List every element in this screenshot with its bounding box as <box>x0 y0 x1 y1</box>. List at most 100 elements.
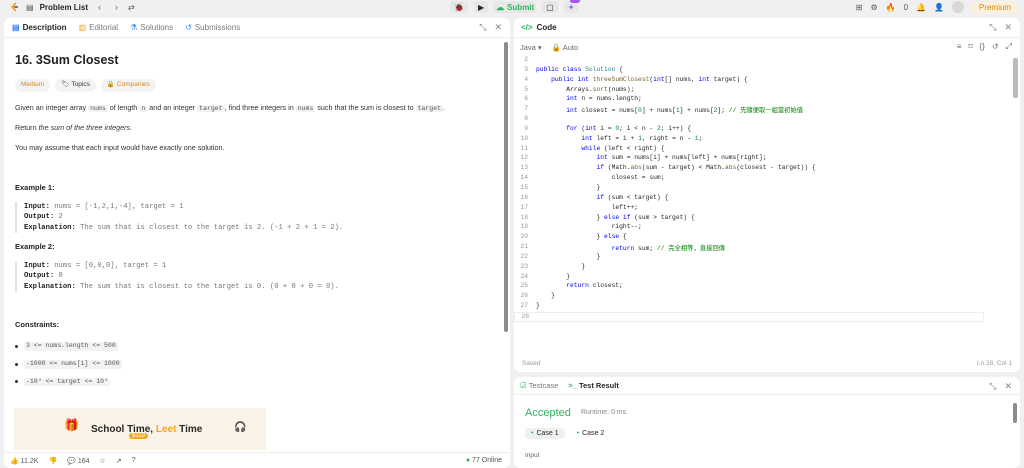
example-box: Input: nums = [0,0,0], target = 1 Output… <box>15 260 500 292</box>
auto-complete-toggle[interactable]: 🔒 Auto <box>552 43 578 52</box>
sparkle-icon: ✦ <box>567 2 575 12</box>
format-icon[interactable]: ≡ <box>957 42 962 52</box>
gadget-icon: 🎧 <box>234 422 247 433</box>
line-number: 13 <box>520 164 528 172</box>
shuffle-icon[interactable]: ⇄ <box>128 3 135 12</box>
code-line[interactable]: 9 for (int i = 0; i < n - 2; i++) { <box>514 125 1020 135</box>
tab-testcase[interactable]: ☑ Testcase <box>520 381 558 390</box>
code-line[interactable]: 20 } else { <box>514 233 1020 243</box>
code-line[interactable]: 17 left++; <box>514 204 1020 214</box>
ai-button[interactable]: ✦ <box>563 0 580 13</box>
code-line[interactable]: 10 int left = i + 1, right = n - 1; <box>514 135 1020 145</box>
share-icon[interactable]: ↗ <box>116 457 122 465</box>
code-line[interactable]: 13 if (Math.abs(sum - target) < Math.abs… <box>514 164 1020 174</box>
close-icon[interactable]: ✕ <box>494 22 502 33</box>
code-line[interactable]: 12 int sum = nums[i] + nums[left] + nums… <box>514 154 1020 164</box>
topics-button[interactable]: 🏷 Topics <box>55 78 96 92</box>
problem-title[interactable]: 16. 3Sum Closest <box>15 52 500 69</box>
language-select[interactable]: Java ▾ <box>520 43 542 52</box>
code-line[interactable]: 27} <box>514 302 1020 312</box>
line-number: 26 <box>520 292 528 300</box>
code-line[interactable]: 3 public class Solution { <box>514 66 1020 76</box>
dislike-icon[interactable]: 👎 <box>48 457 57 465</box>
code-line[interactable]: 24 } <box>514 273 1020 283</box>
code-editor[interactable]: 2 3 public class Solution {4 public int th… <box>514 56 1020 346</box>
case-2-tab[interactable]: • Case 2 <box>571 428 611 439</box>
prev-problem-icon[interactable]: ‹ <box>94 2 105 12</box>
code-line[interactable]: 4 public int threeSumClosest(int[] nums,… <box>514 76 1020 86</box>
close-icon[interactable]: ✕ <box>1004 22 1012 33</box>
flask-icon: ⚗ <box>130 23 138 32</box>
problem-list-link[interactable]: Problem List <box>40 3 88 12</box>
code-text: int sum = nums[i] + nums[left] + nums[ri… <box>596 154 767 162</box>
tab-editorial[interactable]: ▥ Editorial <box>79 23 118 32</box>
promo-banner[interactable]: 🎁 School Time, Leet Time $119 🎧 <box>14 408 266 450</box>
code-text: if (Math.abs(sum - target) < Math.abs(cl… <box>596 164 816 172</box>
close-icon[interactable]: ✕ <box>1004 381 1012 392</box>
code-line[interactable]: 19 right--; <box>514 223 1020 233</box>
code-line[interactable]: 28 <box>514 311 984 322</box>
code-icon: </> <box>521 23 533 32</box>
code-line[interactable]: 21 return sum; // 完全相等，直接回傳 <box>514 243 1020 253</box>
code-line[interactable]: 22 } <box>514 253 1020 263</box>
help-icon[interactable]: ? <box>132 457 136 464</box>
line-number: 17 <box>520 203 528 211</box>
line-number: 3 <box>524 65 528 73</box>
problem-list-icon[interactable]: ▤ <box>26 3 34 12</box>
bookmark-icon[interactable]: ⌑ <box>968 42 972 52</box>
code-text: public int threeSumClosest(int[] nums, i… <box>551 75 748 83</box>
panel-controls: ⤡ ✕ <box>989 381 1012 392</box>
code-line[interactable]: 6 int n = nums.length; <box>514 95 1020 105</box>
online-count: ● 77 Online <box>465 457 502 464</box>
layout-icon[interactable]: ⊞ <box>856 3 863 12</box>
fullscreen-icon[interactable]: ⤢ <box>1006 42 1012 52</box>
settings-icon[interactable]: ⚙ <box>870 3 877 12</box>
code-line[interactable]: 18 } else if (sum > target) { <box>514 214 1020 224</box>
comment-button[interactable]: 💬 164 <box>67 457 89 465</box>
star-icon[interactable]: ☆ <box>100 457 106 465</box>
code-text: left++; <box>536 203 639 211</box>
tab-description[interactable]: ▤ Description <box>12 23 67 32</box>
case-1-tab[interactable]: • Case 1 <box>525 428 565 439</box>
code-line[interactable]: 2 <box>514 56 1020 66</box>
leetcode-logo-icon[interactable] <box>10 2 20 12</box>
notes-button[interactable]: ▢ <box>542 1 558 13</box>
avatar[interactable] <box>951 1 964 13</box>
braces-icon[interactable]: {} <box>980 42 985 52</box>
code-line[interactable]: 11 while (left < right) { <box>514 145 1020 155</box>
collapse-icon[interactable]: ⤡ <box>989 381 996 392</box>
submit-button[interactable]: ☁ Submit <box>494 1 537 13</box>
tab-test-result[interactable]: >_ Test Result <box>568 381 619 390</box>
scrollbar[interactable] <box>504 42 508 332</box>
code-line[interactable]: 5 Arrays.sort(nums); <box>514 86 1020 96</box>
line-number: 10 <box>520 134 528 142</box>
fire-icon[interactable]: 🔥 <box>886 3 896 12</box>
code-line[interactable]: 8 <box>514 115 1020 125</box>
premium-button[interactable]: Premium <box>971 1 1018 13</box>
tab-submissions[interactable]: ↺ Submissions <box>185 23 240 32</box>
line-number: 23 <box>520 262 528 270</box>
scrollbar[interactable] <box>1013 58 1018 98</box>
like-button[interactable]: 👍 11.2K <box>10 457 38 465</box>
next-problem-icon[interactable]: › <box>111 2 122 12</box>
code-line[interactable]: 14 closest = sum; <box>514 174 1020 184</box>
debug-button[interactable]: 🐞 <box>450 1 468 13</box>
collapse-icon[interactable]: ⤡ <box>989 22 996 33</box>
reset-icon[interactable]: ↺ <box>992 42 999 52</box>
collapse-icon[interactable]: ⤡ <box>479 22 486 33</box>
code-line[interactable]: 26 } <box>514 292 1020 302</box>
run-button[interactable]: ▶ <box>473 1 489 13</box>
line-number: 2 <box>524 56 528 63</box>
code-line[interactable]: 7 int closest = nums[0] + nums[1] + nums… <box>514 105 1020 115</box>
companies-button[interactable]: 🔒 Companies <box>100 78 156 92</box>
return-description: Return the sum of the three integers. <box>15 123 133 133</box>
code-line[interactable]: 16 if (sum < target) { <box>514 194 1020 204</box>
bell-icon[interactable]: 🔔 <box>916 3 926 12</box>
tab-solutions[interactable]: ⚗ Solutions <box>130 23 173 32</box>
code-line[interactable]: 15 } <box>514 184 1020 194</box>
scrollbar[interactable] <box>1013 403 1017 423</box>
code-line[interactable]: 23 } <box>514 263 1020 273</box>
add-user-icon[interactable]: 👤 <box>934 3 944 12</box>
code-line[interactable]: 25 return closest; <box>514 282 1020 292</box>
code-text: for (int i = 0; i < n - 2; i++) { <box>566 124 691 132</box>
